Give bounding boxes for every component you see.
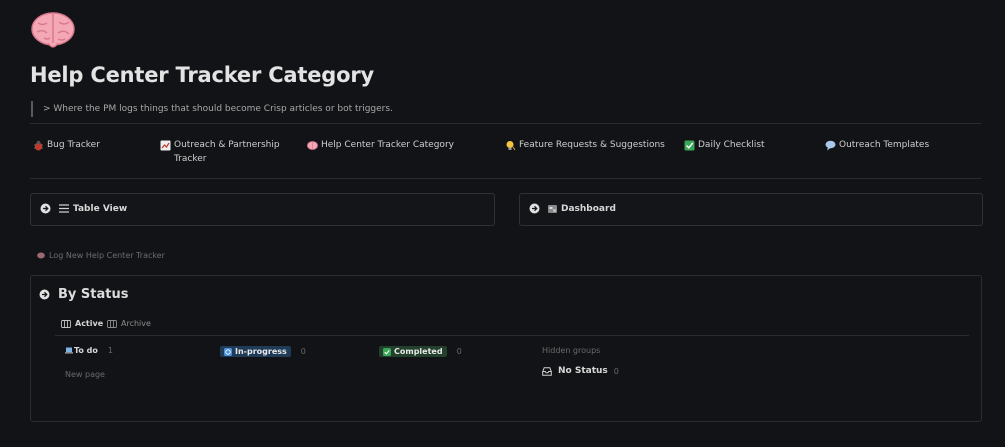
group-header-todo[interactable]: To do 1 [65, 346, 113, 355]
group-label: To do [74, 346, 98, 355]
group-label: In-progress [235, 347, 287, 356]
view-card-table-label: Table View [59, 204, 127, 214]
page-quote: > Where the PM logs things that should b… [31, 101, 393, 117]
checkmark-icon [383, 347, 391, 356]
no-status-count: 0 [613, 366, 619, 376]
status-badge-in-progress: In-progress [220, 346, 291, 357]
hidden-group-no-status[interactable]: No Status 0 [542, 366, 619, 376]
nav-link-outreach-templates[interactable]: Outreach Templates [825, 138, 929, 152]
nav-link-label: Outreach & Partnership Tracker [174, 140, 280, 164]
brain-icon[interactable] [30, 10, 76, 52]
nav-link-feature-requests[interactable]: Feature Requests & Suggestions [505, 138, 665, 152]
tabs-divider [55, 335, 969, 336]
tab-label: Archive [121, 319, 151, 328]
chart-icon [160, 140, 171, 151]
view-card-table[interactable]: Table View [30, 193, 495, 226]
dashboard-icon [548, 204, 557, 213]
arrow-circle-icon [529, 203, 540, 214]
brain-icon [307, 141, 318, 150]
log-new-link[interactable]: Log New Help Center Tracker [37, 251, 165, 260]
nav-link-outreach-partnership[interactable]: Outreach & Partnership Tracker [160, 138, 280, 166]
refresh-icon [224, 347, 232, 356]
nav-link-label: Help Center Tracker Category [321, 140, 454, 150]
board-view-icon [61, 319, 71, 328]
inbox-icon [542, 366, 552, 376]
group-label-todo: To do [65, 346, 98, 355]
new-page-button[interactable]: New page [65, 370, 105, 379]
laptop-icon [65, 347, 73, 354]
view-label: Dashboard [561, 203, 616, 214]
speech-bubble-icon [825, 140, 836, 151]
tab-label: Active [75, 319, 104, 328]
list-icon [59, 204, 69, 213]
nav-link-label: Outreach Templates [839, 140, 930, 150]
no-status-label: No Status [558, 366, 608, 376]
board-title[interactable]: By Status [39, 287, 128, 302]
nav-link-bug-tracker[interactable]: Bug Tracker [33, 138, 100, 152]
group-count: 0 [300, 347, 306, 356]
checkmark-icon [684, 140, 695, 151]
group-header-in-progress[interactable]: In-progress 0 [220, 346, 306, 357]
board-title-text: By Status [58, 287, 129, 302]
group-header-completed[interactable]: Completed 0 [379, 346, 462, 357]
group-label: Completed [394, 347, 443, 356]
arrow-circle-icon [39, 289, 50, 300]
tab-active[interactable]: Active [61, 319, 103, 328]
hidden-groups-label: Hidden groups [542, 346, 601, 355]
arrow-circle-icon [40, 203, 51, 214]
nav-link-label: Daily Checklist [698, 140, 765, 150]
nav-link-label: Feature Requests & Suggestions [519, 140, 665, 150]
nav-link-help-center[interactable]: Help Center Tracker Category [307, 138, 454, 152]
nav-link-label: Bug Tracker [47, 140, 100, 150]
view-card-dashboard[interactable]: Dashboard [519, 193, 983, 226]
nav-link-daily-checklist[interactable]: Daily Checklist [684, 138, 765, 152]
divider [30, 178, 981, 179]
board-view-icon [107, 319, 117, 328]
page-title: Help Center Tracker Category [30, 63, 374, 87]
group-count: 1 [107, 346, 113, 355]
view-label: Table View [73, 203, 128, 214]
bulb-icon [506, 141, 516, 151]
divider [30, 123, 981, 124]
board-by-status: By Status Active Archive To do 1 In-prog… [30, 275, 982, 422]
status-badge-completed: Completed [379, 346, 447, 357]
tab-archive[interactable]: Archive [107, 319, 151, 328]
brain-icon [37, 252, 45, 259]
log-new-label: Log New Help Center Tracker [49, 251, 165, 260]
view-card-dashboard-label: Dashboard [548, 204, 616, 214]
bug-icon [34, 140, 43, 151]
group-count: 0 [456, 347, 462, 356]
